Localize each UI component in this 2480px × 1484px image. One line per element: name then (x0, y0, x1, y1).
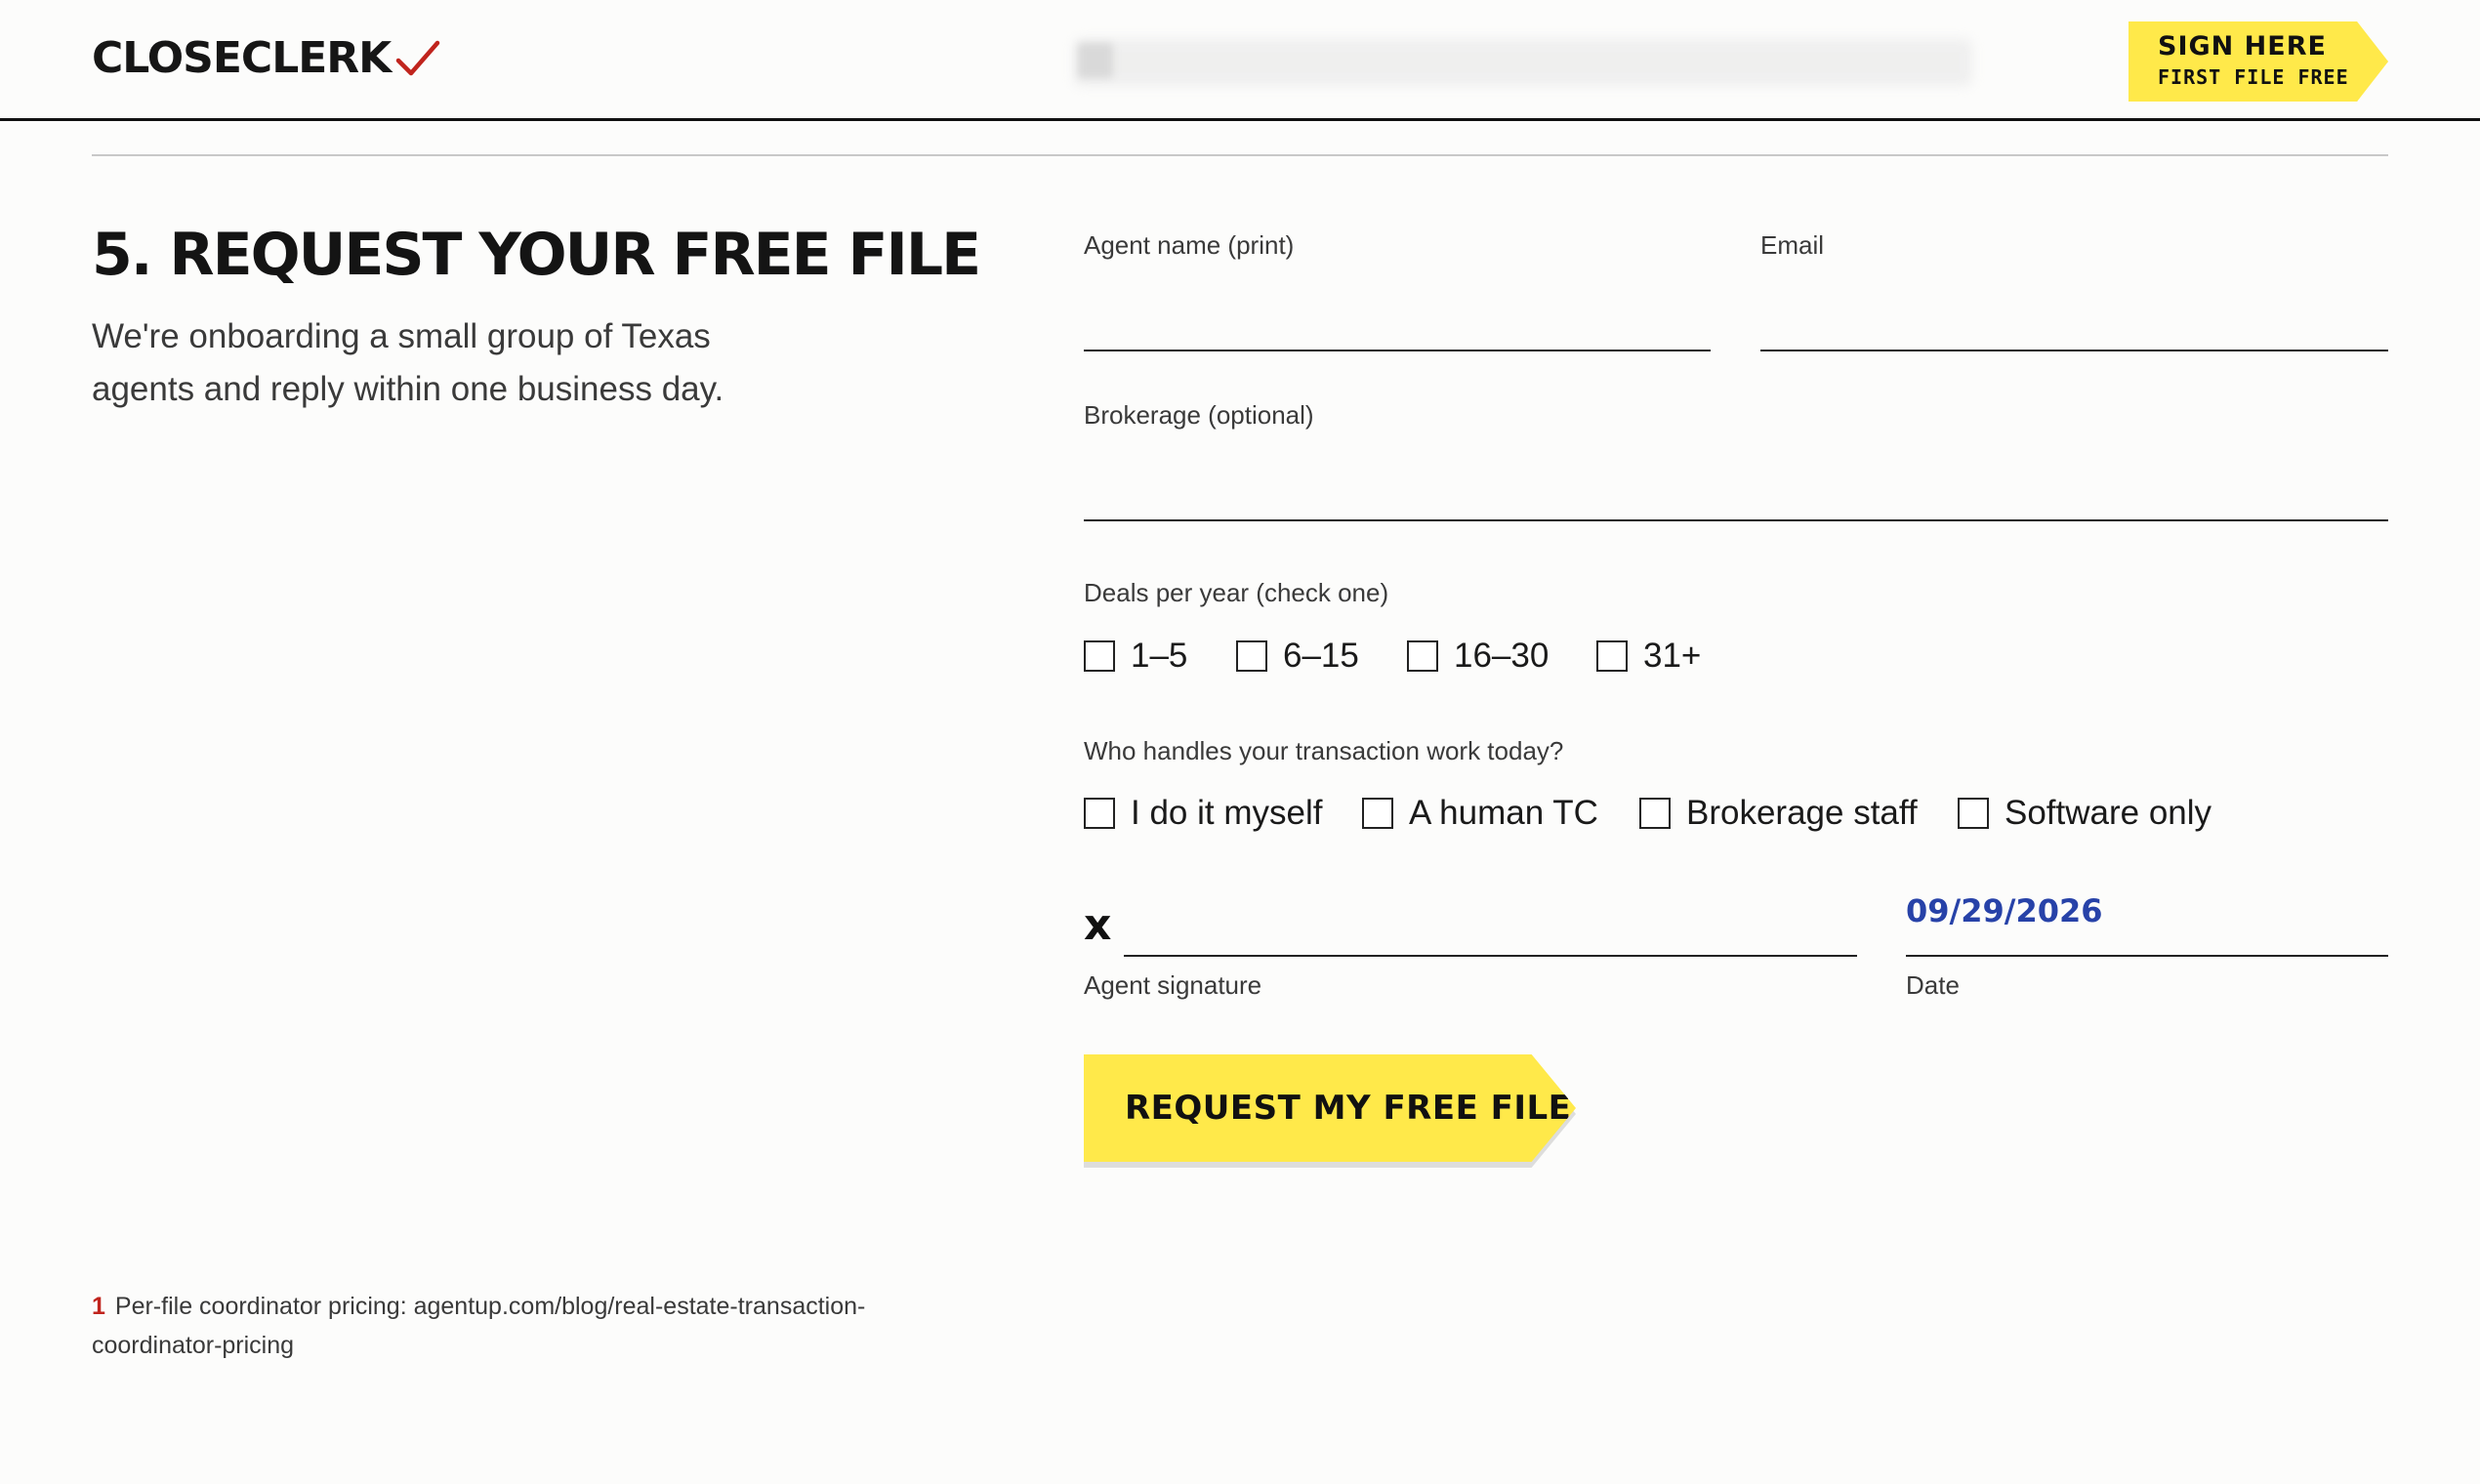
deals-option-label: 31+ (1643, 637, 1702, 675)
section-intro: We're onboarding a small group of Texas … (92, 317, 724, 408)
deals-option-label: 1–5 (1131, 637, 1188, 675)
handles-label: Who handles your transaction work today? (1084, 736, 1564, 765)
deals-option-6-15[interactable]: 6–15 (1236, 637, 1359, 676)
agent-name-underline (1084, 350, 1711, 351)
request-free-file-button[interactable]: REQUEST MY FREE FILE (1084, 1054, 1576, 1162)
date-underline (1906, 955, 2388, 957)
deals-label: Deals per year (check one) (1084, 578, 1389, 607)
deals-option-31-plus[interactable]: 31+ (1596, 637, 1701, 676)
logo-text: CLOSECLERK (92, 33, 392, 83)
email-underline (1760, 350, 2388, 351)
handles-option-label: Brokerage staff (1686, 794, 1918, 832)
brokerage-label: Brokerage (optional) (1084, 400, 1314, 430)
signature-line[interactable] (1124, 955, 1857, 957)
handles-option-label: Software only (2005, 794, 2212, 832)
checkbox[interactable] (1084, 640, 1115, 672)
checkbox[interactable] (1362, 798, 1393, 829)
email-input[interactable] (1760, 293, 2388, 346)
footnote-text[interactable]: Per-file coordinator pricing: agentup.co… (92, 1293, 865, 1359)
email-label: Email (1760, 230, 1825, 260)
brokerage-underline (1084, 519, 2388, 521)
checkmark-icon (396, 40, 440, 75)
brokerage-input[interactable] (1084, 463, 2388, 515)
footnote: 1 Per-file coordinator pricing: agentup.c… (92, 1287, 951, 1365)
checkbox[interactable] (1236, 640, 1267, 672)
checkbox[interactable] (1958, 798, 1989, 829)
footnote-number: 1 (92, 1293, 105, 1320)
signature-x-mark: x (1084, 900, 1112, 950)
checkbox[interactable] (1639, 798, 1671, 829)
deals-option-16-30[interactable]: 16–30 (1407, 637, 1549, 676)
handles-option-label: A human TC (1409, 794, 1598, 832)
sign-here-subtitle: FIRST FILE FREE (2158, 65, 2349, 89)
agent-name-input[interactable] (1084, 293, 1711, 346)
section-divider (92, 154, 2388, 156)
deals-option-label: 16–30 (1454, 637, 1550, 675)
page: CLOSECLERK SIGN HERE FIRST FILE FREE 5. … (0, 0, 2480, 1484)
sign-here-button[interactable]: SIGN HERE FIRST FILE FREE (2129, 21, 2388, 102)
date-label: Date (1906, 970, 1960, 1000)
logo[interactable]: CLOSECLERK (92, 33, 441, 83)
section-title: 5. REQUEST YOUR FREE FILE (92, 221, 981, 289)
date-value[interactable]: 09/29/2026 (1906, 892, 2103, 929)
handles-option-brokerage-staff[interactable]: Brokerage staff (1639, 794, 1918, 833)
handles-option-human-tc[interactable]: A human TC (1362, 794, 1598, 833)
checkbox[interactable] (1084, 798, 1115, 829)
deals-option-1-5[interactable]: 1–5 (1084, 637, 1187, 676)
handles-option-software-only[interactable]: Software only (1958, 794, 2211, 833)
blurred-background-bar (1074, 39, 1972, 86)
blurred-background-box (1078, 43, 1113, 78)
handles-option-label: I do it myself (1131, 794, 1323, 832)
agent-name-label: Agent name (print) (1084, 230, 1295, 260)
signature-label: Agent signature (1084, 970, 1262, 1000)
checkbox[interactable] (1407, 640, 1438, 672)
handles-option-myself[interactable]: I do it myself (1084, 794, 1322, 833)
deals-option-label: 6–15 (1283, 637, 1359, 675)
site-header: CLOSECLERK SIGN HERE FIRST FILE FREE (0, 0, 2480, 121)
sign-here-title: SIGN HERE (2158, 31, 2327, 62)
checkbox[interactable] (1596, 640, 1628, 672)
